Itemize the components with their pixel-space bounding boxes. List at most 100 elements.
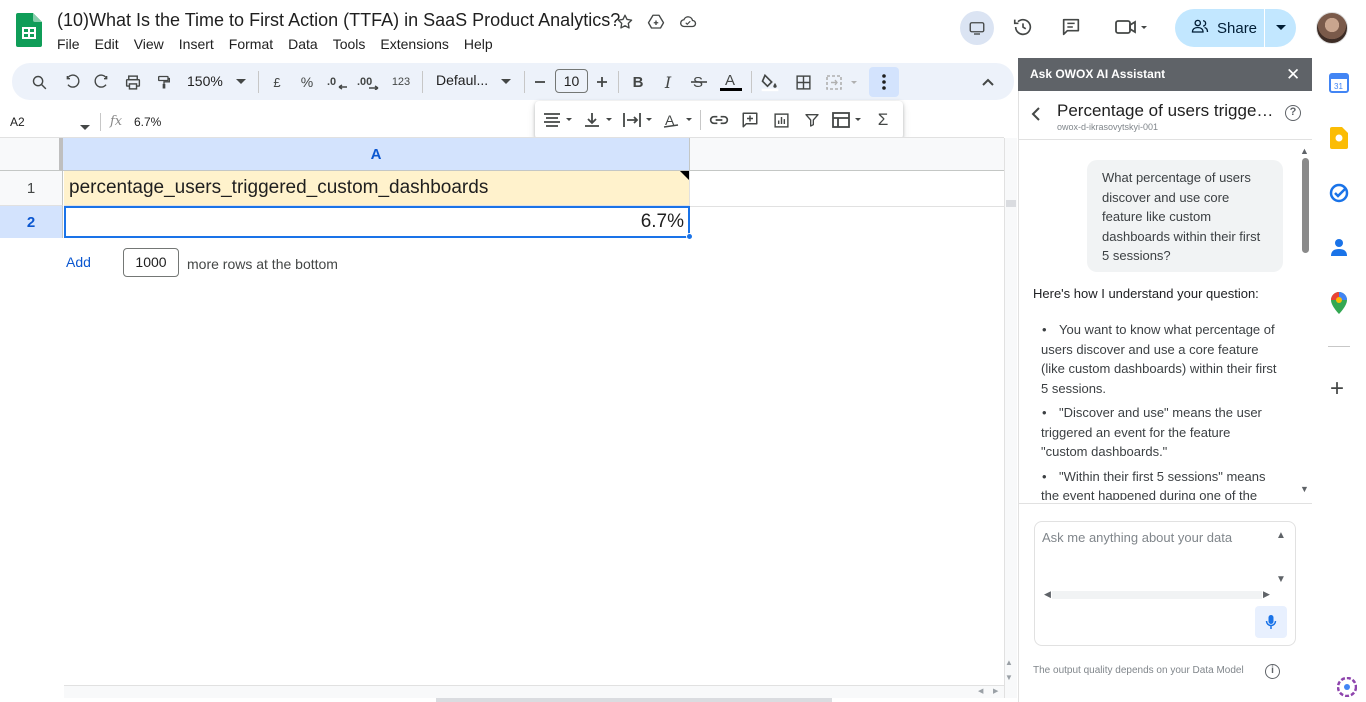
add-rows-button[interactable]: Add: [66, 254, 91, 270]
cloud-status-icon[interactable]: [677, 11, 699, 33]
zoom-select[interactable]: 150%: [187, 73, 223, 89]
grid-vertical-scroll-thumb[interactable]: [1006, 200, 1016, 207]
input-scroll-left-icon[interactable]: ◀: [1044, 589, 1051, 600]
cell-a2-selected[interactable]: 6.7%: [64, 206, 690, 238]
hide-menus-chevron-icon[interactable]: [978, 70, 998, 94]
info-icon[interactable]: i: [1265, 664, 1280, 679]
share-button[interactable]: Share: [1175, 9, 1296, 47]
version-history-icon[interactable]: [1005, 9, 1041, 45]
svg-text:31: 31: [1334, 82, 1343, 91]
more-tools-icon[interactable]: [869, 67, 899, 97]
rows-count-input[interactable]: 1000: [123, 248, 179, 277]
bold-icon[interactable]: B: [629, 70, 647, 94]
help-icon[interactable]: ?: [1285, 105, 1301, 121]
get-add-ons-plus-icon[interactable]: +: [1330, 377, 1344, 401]
undo-icon[interactable]: [61, 70, 83, 94]
row-header-2[interactable]: 2: [0, 206, 63, 238]
filter-icon[interactable]: [801, 108, 823, 132]
format-currency-button[interactable]: £: [268, 70, 286, 94]
meet-call-icon[interactable]: [1106, 9, 1156, 45]
present-icon[interactable]: [960, 11, 994, 45]
vertical-align-icon[interactable]: [581, 108, 615, 132]
strikethrough-icon[interactable]: S: [689, 70, 709, 94]
print-icon[interactable]: [122, 70, 144, 94]
microphone-icon[interactable]: [1255, 606, 1287, 638]
move-to-drive-icon[interactable]: [645, 11, 667, 33]
sheets-logo-icon[interactable]: [16, 13, 42, 47]
menu-data[interactable]: Data: [280, 35, 325, 53]
fill-handle[interactable]: [686, 233, 693, 240]
insert-comment-icon[interactable]: [739, 108, 761, 132]
tasks-icon[interactable]: [1328, 182, 1350, 204]
paint-format-icon[interactable]: [153, 70, 175, 94]
panel-scroll-down-icon[interactable]: ▼: [1300, 484, 1309, 494]
grid-vertical-scrollbar[interactable]: [1004, 138, 1017, 698]
row-header-1[interactable]: 1: [0, 171, 63, 206]
back-arrow-icon[interactable]: [1031, 106, 1041, 127]
input-scroll-right-icon[interactable]: ▶: [1263, 589, 1270, 600]
menu-extensions[interactable]: Extensions: [372, 35, 455, 53]
functions-sigma-icon[interactable]: Σ: [872, 108, 894, 132]
calendar-icon[interactable]: 31: [1328, 72, 1350, 94]
scroll-down-arrow-icon[interactable]: ▼: [1005, 673, 1013, 682]
select-all-corner[interactable]: [0, 138, 63, 171]
text-color-icon[interactable]: A: [718, 70, 744, 94]
cell-a1[interactable]: percentage_users_triggered_custom_dashbo…: [64, 171, 690, 206]
decrease-decimal-icon[interactable]: .0: [326, 70, 350, 94]
star-icon[interactable]: [614, 11, 636, 33]
search-menus-icon[interactable]: [28, 70, 50, 94]
share-options-caret-icon[interactable]: [1265, 25, 1296, 31]
maps-icon[interactable]: [1328, 292, 1350, 314]
formula-input[interactable]: 6.7%: [134, 115, 161, 129]
format-percent-button[interactable]: %: [298, 70, 316, 94]
gemini-assist-icon[interactable]: [1336, 676, 1358, 698]
ask-input-placeholder[interactable]: Ask me anything about your data: [1042, 530, 1232, 545]
menu-format[interactable]: Format: [221, 35, 280, 53]
fill-color-icon[interactable]: [759, 70, 781, 94]
keep-notes-icon[interactable]: [1328, 127, 1350, 149]
italic-icon[interactable]: I: [659, 70, 677, 94]
panel-scroll-thumb[interactable]: [1302, 158, 1309, 253]
decrease-font-size-icon[interactable]: [532, 70, 548, 94]
scroll-left-arrow-icon[interactable]: ◀: [978, 687, 983, 695]
user-avatar[interactable]: [1316, 12, 1348, 44]
scroll-up-arrow-icon[interactable]: ▲: [1005, 658, 1013, 667]
close-panel-icon[interactable]: ✕: [1286, 66, 1300, 83]
menu-help[interactable]: Help: [456, 35, 500, 53]
insert-link-icon[interactable]: [708, 108, 730, 132]
menu-insert[interactable]: Insert: [171, 35, 221, 53]
borders-icon[interactable]: [792, 70, 814, 94]
chat-messages[interactable]: What percentage of users discover and us…: [1018, 140, 1302, 500]
input-horizontal-scrollbar[interactable]: [1052, 591, 1262, 599]
font-size-input[interactable]: 10: [555, 69, 588, 93]
grid-horizontal-scrollbar[interactable]: [64, 685, 1004, 698]
redo-icon[interactable]: [91, 70, 113, 94]
more-formats-button[interactable]: 123: [390, 70, 412, 94]
menu-file[interactable]: File: [57, 35, 87, 53]
name-box[interactable]: A2: [10, 115, 25, 129]
column-header-a[interactable]: A: [63, 138, 690, 171]
scroll-right-arrow-icon[interactable]: ▶: [993, 687, 998, 695]
insert-chart-icon[interactable]: [770, 108, 792, 132]
filter-views-icon[interactable]: [830, 108, 864, 132]
text-rotation-icon[interactable]: A: [661, 108, 695, 132]
name-box-caret-icon[interactable]: [80, 118, 90, 136]
input-scroll-up-icon[interactable]: ▲: [1276, 530, 1286, 541]
input-scroll-down-icon[interactable]: ▼: [1276, 574, 1286, 585]
menu-tools[interactable]: Tools: [325, 35, 373, 53]
contacts-icon[interactable]: [1328, 237, 1350, 259]
menu-view[interactable]: View: [126, 35, 171, 53]
panel-scroll-up-icon[interactable]: ▲: [1300, 146, 1309, 156]
font-caret-icon[interactable]: [499, 70, 513, 94]
comments-icon[interactable]: [1053, 9, 1089, 45]
font-family-select[interactable]: Defaul...: [436, 72, 488, 88]
horizontal-align-icon[interactable]: [541, 108, 575, 132]
menu-edit[interactable]: Edit: [87, 35, 126, 53]
increase-font-size-icon[interactable]: [594, 70, 610, 94]
document-title[interactable]: (10)What Is the Time to First Action (TT…: [57, 10, 620, 31]
zoom-caret-icon[interactable]: [234, 70, 248, 94]
column-header-empty: [690, 138, 1004, 171]
increase-decimal-icon[interactable]: .00: [357, 70, 381, 94]
text-wrapping-icon[interactable]: [621, 108, 655, 132]
grid-horizontal-scroll-thumb[interactable]: [436, 698, 832, 702]
